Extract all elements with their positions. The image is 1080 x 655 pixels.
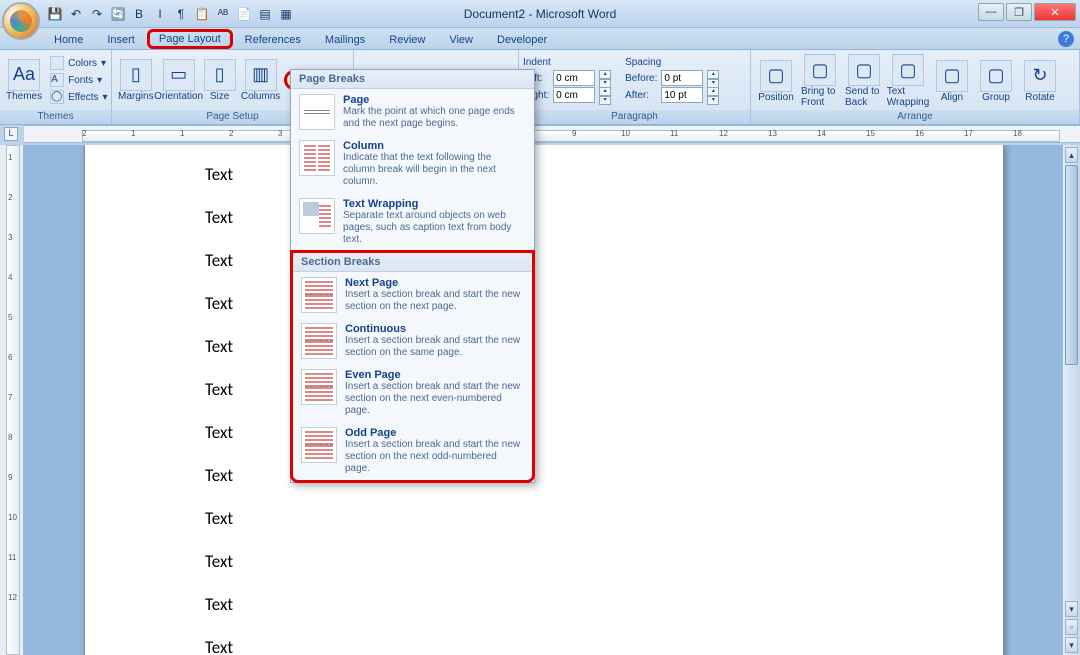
align-button[interactable]: ▢Align [931,58,973,105]
section-break-option-continuous[interactable]: ContinuousInsert a section break and sta… [293,318,532,364]
margins-button[interactable]: ▯Margins [116,57,156,104]
bring-front-button[interactable]: ▢Bring to Front [799,52,841,110]
spacing-before-label: Before: [625,73,657,84]
horizontal-ruler[interactable]: 21123456789101112131415161718 [24,125,1080,143]
section-break-option-odd-page[interactable]: Odd PageInsert a section break and start… [293,422,532,480]
page-breaks-header: Page Breaks [291,70,534,89]
group-paragraph: Indent Left:▴▾ Right:▴▾ Spacing Before:▴… [519,50,751,124]
ribbon: AaThemes Colors ▾ AFonts ▾ ◯Effects ▾ Th… [0,50,1080,125]
group-label-arrange: Arrange [751,110,1079,124]
section-breaks-header: Section Breaks [293,253,532,272]
scroll-thumb[interactable] [1065,165,1078,365]
tab-home[interactable]: Home [42,31,95,49]
group-button[interactable]: ▢Group [975,58,1017,105]
page[interactable]: TextTextTextTextTextTextTextTextTextText… [84,145,1004,655]
vertical-ruler[interactable]: 123456789101112 [0,145,24,655]
colors-button[interactable]: Colors ▾ [46,55,111,71]
maximize-button[interactable]: ❐ [1006,3,1032,21]
spacing-before-input[interactable] [661,70,703,86]
next-page-button[interactable]: ▾ [1065,637,1078,653]
scroll-down-arrow[interactable]: ▾ [1065,601,1078,617]
themes-button[interactable]: AaThemes [4,57,44,104]
break-icon [299,94,335,130]
document-text-line[interactable]: Text [205,551,883,572]
titlebar: 💾↶↷🔄BI¶📋ᴬᴮ📄▤▦ Document2 - Microsoft Word… [0,0,1080,28]
qat-button-0[interactable]: 💾 [46,5,64,23]
position-button[interactable]: ▢Position [755,58,797,105]
send-back-button[interactable]: ▢Send to Back [843,52,885,110]
columns-button[interactable]: ▥Columns [240,57,282,104]
effects-button[interactable]: ◯Effects ▾ [46,89,111,105]
qat-button-7[interactable]: 📋 [193,5,211,23]
rotate-button[interactable]: ↻Rotate [1019,58,1061,105]
section-break-option-next-page[interactable]: Next PageInsert a section break and star… [293,272,532,318]
spinner[interactable]: ▴▾ [707,70,719,86]
qat-button-11[interactable]: ▦ [277,5,295,23]
section-break-option-even-page[interactable]: Even PageInsert a section break and star… [293,364,532,422]
qat-button-10[interactable]: ▤ [256,5,274,23]
window-title: Document2 - Microsoft Word [464,7,617,21]
close-button[interactable]: ✕ [1034,3,1076,21]
qat-button-6[interactable]: ¶ [172,5,190,23]
work-area: 123456789101112 TextTextTextTextTextText… [0,145,1080,655]
group-arrange: ▢Position ▢Bring to Front ▢Send to Back … [751,50,1080,124]
break-icon [299,198,335,234]
group-label-themes: Themes [0,110,111,124]
scroll-up-arrow[interactable]: ▴ [1065,147,1078,163]
prev-page-button[interactable]: ◦ [1065,619,1078,635]
qat-button-3[interactable]: 🔄 [109,5,127,23]
qat-button-2[interactable]: ↷ [88,5,106,23]
breaks-dropdown: Page Breaks PageMark the point at which … [290,69,535,483]
spinner[interactable]: ▴▾ [707,87,719,103]
group-themes: AaThemes Colors ▾ AFonts ▾ ◯Effects ▾ Th… [0,50,112,124]
document-text-line[interactable]: Text [205,594,883,615]
text-wrapping-button[interactable]: ▢Text Wrapping [887,52,929,110]
section-break-icon [301,277,337,313]
tab-references[interactable]: References [233,31,313,49]
break-option-column[interactable]: ColumnIndicate that the text following t… [291,135,534,193]
fonts-button[interactable]: AFonts ▾ [46,72,111,88]
qat-button-1[interactable]: ↶ [67,5,85,23]
document-area[interactable]: TextTextTextTextTextTextTextTextTextText… [24,145,1080,655]
window-controls: — ❐ ✕ [978,3,1076,21]
size-button[interactable]: ▯Size [202,57,238,104]
tab-developer[interactable]: Developer [485,31,559,49]
break-icon [299,140,335,176]
tab-view[interactable]: View [437,31,485,49]
section-break-icon [301,427,337,463]
tab-page-layout[interactable]: Page Layout [147,29,233,49]
group-label-paragraph: Paragraph [519,110,750,124]
break-option-page[interactable]: PageMark the point at which one page end… [291,89,534,135]
spacing-title: Spacing [625,57,719,68]
help-icon[interactable]: ? [1058,31,1074,47]
spacing-after-label: After: [625,90,657,101]
tab-mailings[interactable]: Mailings [313,31,377,49]
break-option-text-wrapping[interactable]: Text WrappingSeparate text around object… [291,193,534,251]
indent-title: Indent [523,57,611,68]
document-text-line[interactable]: Text [205,637,883,655]
qat-button-5[interactable]: I [151,5,169,23]
tab-review[interactable]: Review [377,31,437,49]
indent-left-input[interactable] [553,70,595,86]
minimize-button[interactable]: — [978,3,1004,21]
tab-insert[interactable]: Insert [95,31,147,49]
section-break-icon [301,369,337,405]
vertical-scrollbar[interactable]: ▴ ▾ ◦ ▾ [1062,145,1080,655]
document-text-line[interactable]: Text [205,508,883,529]
qat-button-4[interactable]: B [130,5,148,23]
qat-button-9[interactable]: 📄 [235,5,253,23]
section-break-icon [301,323,337,359]
quick-access-toolbar: 💾↶↷🔄BI¶📋ᴬᴮ📄▤▦ [46,5,295,23]
ribbon-tabs: HomeInsertPage LayoutReferencesMailingsR… [0,28,1080,50]
orientation-button[interactable]: ▭Orientation [158,57,200,104]
spacing-after-input[interactable] [661,87,703,103]
tab-selector[interactable]: L [4,127,18,141]
qat-button-8[interactable]: ᴬᴮ [214,5,232,23]
spinner[interactable]: ▴▾ [599,70,611,86]
spinner[interactable]: ▴▾ [599,87,611,103]
indent-right-input[interactable] [553,87,595,103]
office-button[interactable] [2,2,40,40]
